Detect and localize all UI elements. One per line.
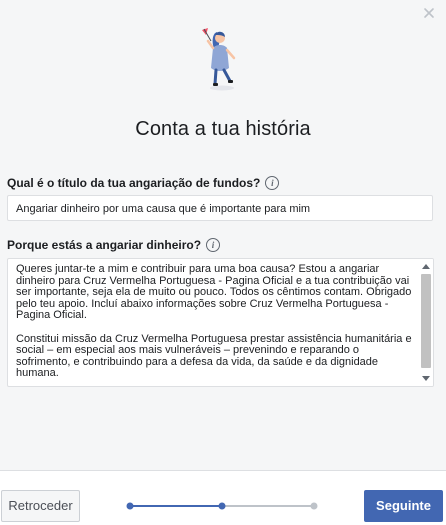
progress-step-dot bbox=[218, 502, 226, 510]
fundraiser-reason-textarea[interactable]: Queres juntar-te a mim e contribuir para… bbox=[7, 258, 434, 387]
scroll-down-arrow-icon[interactable] bbox=[422, 376, 430, 381]
reason-field-label-text: Porque estás a angariar dinheiro? bbox=[7, 238, 202, 252]
scrollbar-thumb[interactable] bbox=[421, 274, 431, 368]
close-icon[interactable] bbox=[422, 6, 436, 20]
step-progress bbox=[126, 502, 318, 510]
textarea-scrollbar[interactable] bbox=[419, 259, 433, 386]
reason-paragraph: Queres juntar-te a mim e contribuir para… bbox=[16, 263, 412, 322]
back-button[interactable]: Retroceder bbox=[1, 490, 80, 522]
illustration-woman-with-flag-icon bbox=[202, 28, 236, 91]
info-icon[interactable]: i bbox=[265, 176, 280, 190]
title-field-label: Qual é o título da tua angariação de fun… bbox=[7, 176, 280, 190]
reason-field-label: Porque estás a angariar dinheiro? i bbox=[7, 238, 221, 252]
scroll-up-arrow-icon[interactable] bbox=[422, 264, 430, 269]
next-button[interactable]: Seguinte bbox=[364, 490, 443, 522]
fundraiser-title-input[interactable]: Angariar dinheiro por uma causa que é im… bbox=[7, 195, 433, 221]
reason-text: Queres juntar-te a mim e contribuir para… bbox=[16, 263, 416, 386]
dialog-title: Conta a tua história bbox=[135, 118, 311, 140]
progress-step-dot bbox=[310, 502, 318, 510]
info-icon[interactable]: i bbox=[206, 238, 221, 252]
progress-step-dot bbox=[126, 502, 134, 510]
reason-paragraph: Constitui missão da Cruz Vermelha Portug… bbox=[16, 332, 412, 380]
title-field-label-text: Qual é o título da tua angariação de fun… bbox=[7, 176, 261, 190]
